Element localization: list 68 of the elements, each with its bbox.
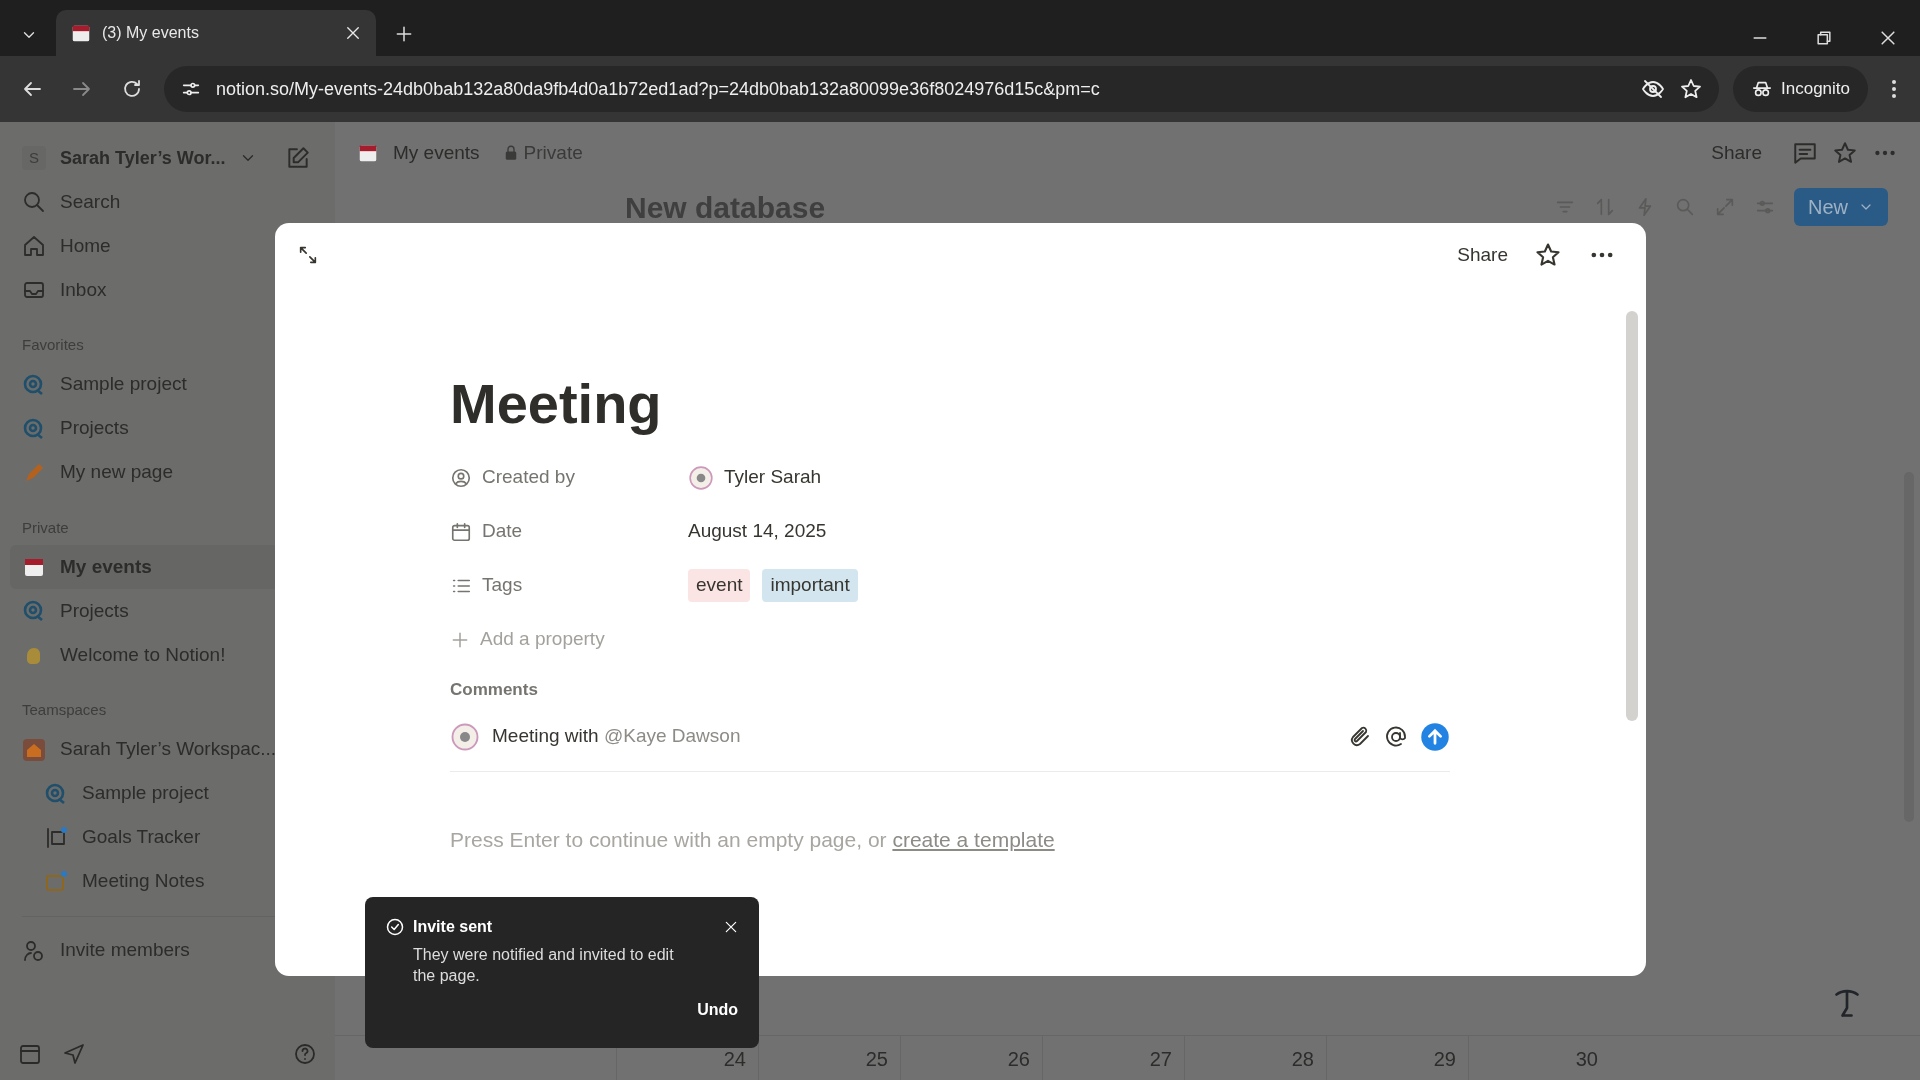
page-title: Meeting [450, 370, 663, 437]
workspace-name[interactable]: Sarah Tyler’s Wor... [60, 144, 226, 172]
property-label[interactable]: Date [482, 517, 523, 546]
toast-message: They were notified and invited to edit the page. [412, 945, 675, 986]
address-bar[interactable]: notion.so/My-events-24db0bab132a80da9fb4d0a1b72ed1ad?p=24db0bab132a80099e36f8024976d15c&pm=c [164, 66, 1719, 112]
home-icon [22, 234, 46, 258]
property-label[interactable]: Tags [482, 571, 523, 600]
restore-icon[interactable] [1814, 28, 1834, 48]
paperclip-icon[interactable] [1348, 724, 1372, 749]
sidebar-item[interactable]: Projects [10, 589, 325, 633]
sidebar-item[interactable]: Welcome to Notion! [10, 633, 325, 677]
day-number: 28 [1184, 1036, 1326, 1080]
search-icon [22, 190, 46, 214]
new-page-icon[interactable] [285, 145, 312, 171]
house-icon [22, 737, 46, 762]
share-button[interactable]: Share [1457, 241, 1508, 270]
comment-field[interactable]: Meeting with @Kaye Dawson [492, 722, 1336, 751]
send-icon[interactable] [62, 1042, 86, 1066]
close-icon[interactable] [344, 24, 362, 42]
at-sign-icon[interactable] [1384, 724, 1408, 749]
day-number: 26 [900, 1036, 1042, 1080]
help-icon[interactable] [293, 1042, 317, 1066]
template-link[interactable]: create a template [892, 828, 1055, 852]
eye-slash-icon[interactable] [1641, 77, 1665, 101]
comments-heading: Comments [450, 678, 539, 701]
person-icon [450, 466, 472, 489]
star-icon[interactable] [1832, 140, 1858, 166]
sidebar-item[interactable]: Sarah Tyler’s Workspac... [10, 727, 325, 772]
sidebar-item[interactable]: Search [10, 180, 325, 224]
close-icon[interactable] [723, 919, 739, 935]
avatar-icon [450, 721, 480, 752]
sidebar-item[interactable]: Home [10, 224, 325, 268]
check-circle-icon [385, 917, 405, 937]
sidebar-item[interactable]: Invite members [10, 928, 325, 973]
sidebar-item[interactable]: Inbox [10, 268, 325, 312]
comment-icon[interactable] [1792, 140, 1818, 166]
property-label[interactable]: Created by [482, 463, 575, 492]
new-button[interactable]: New [1794, 188, 1888, 226]
day-number: 30 [1468, 1036, 1610, 1080]
tag[interactable]: important [762, 569, 858, 602]
people-icon [22, 938, 46, 963]
sidebar-item[interactable]: My new page [10, 450, 325, 495]
send-icon[interactable] [1420, 721, 1450, 752]
hint-text: Press Enter to continue with an empty page, or create a template [450, 827, 1056, 854]
avatar-icon [688, 464, 714, 491]
calendar-icon[interactable] [18, 1042, 42, 1066]
privacy-menu[interactable]: Private [501, 138, 583, 168]
sidebar-item[interactable]: Goals Tracker [10, 815, 325, 860]
add-property-button[interactable]: Add a property [480, 625, 605, 654]
sidebar-item[interactable]: Meeting Notes [10, 859, 325, 904]
star-icon[interactable] [1679, 77, 1703, 101]
incognito-badge[interactable]: Incognito [1733, 66, 1868, 112]
tag[interactable]: event [688, 569, 751, 602]
property-value[interactable]: Tyler Sarah [724, 463, 822, 492]
share-button[interactable]: Share [1711, 138, 1762, 168]
property-value[interactable]: August 14, 2025 [688, 517, 827, 546]
browser-tab[interactable]: (3) My events [56, 10, 376, 56]
toast-title: Invite sent [413, 917, 493, 937]
plus-icon [394, 24, 414, 44]
day-number: 29 [1326, 1036, 1468, 1080]
scrollbar[interactable] [1626, 311, 1638, 721]
sidebar-item[interactable]: Sample project [10, 362, 325, 407]
calendar-icon [450, 520, 472, 543]
sidebar-item[interactable]: Sample project [10, 771, 325, 816]
sidebar-item[interactable]: Projects [10, 406, 325, 451]
day-number: 27 [1042, 1036, 1184, 1080]
breadcrumb-page[interactable]: My events [393, 138, 480, 168]
undo-button[interactable]: Undo [696, 996, 739, 1023]
